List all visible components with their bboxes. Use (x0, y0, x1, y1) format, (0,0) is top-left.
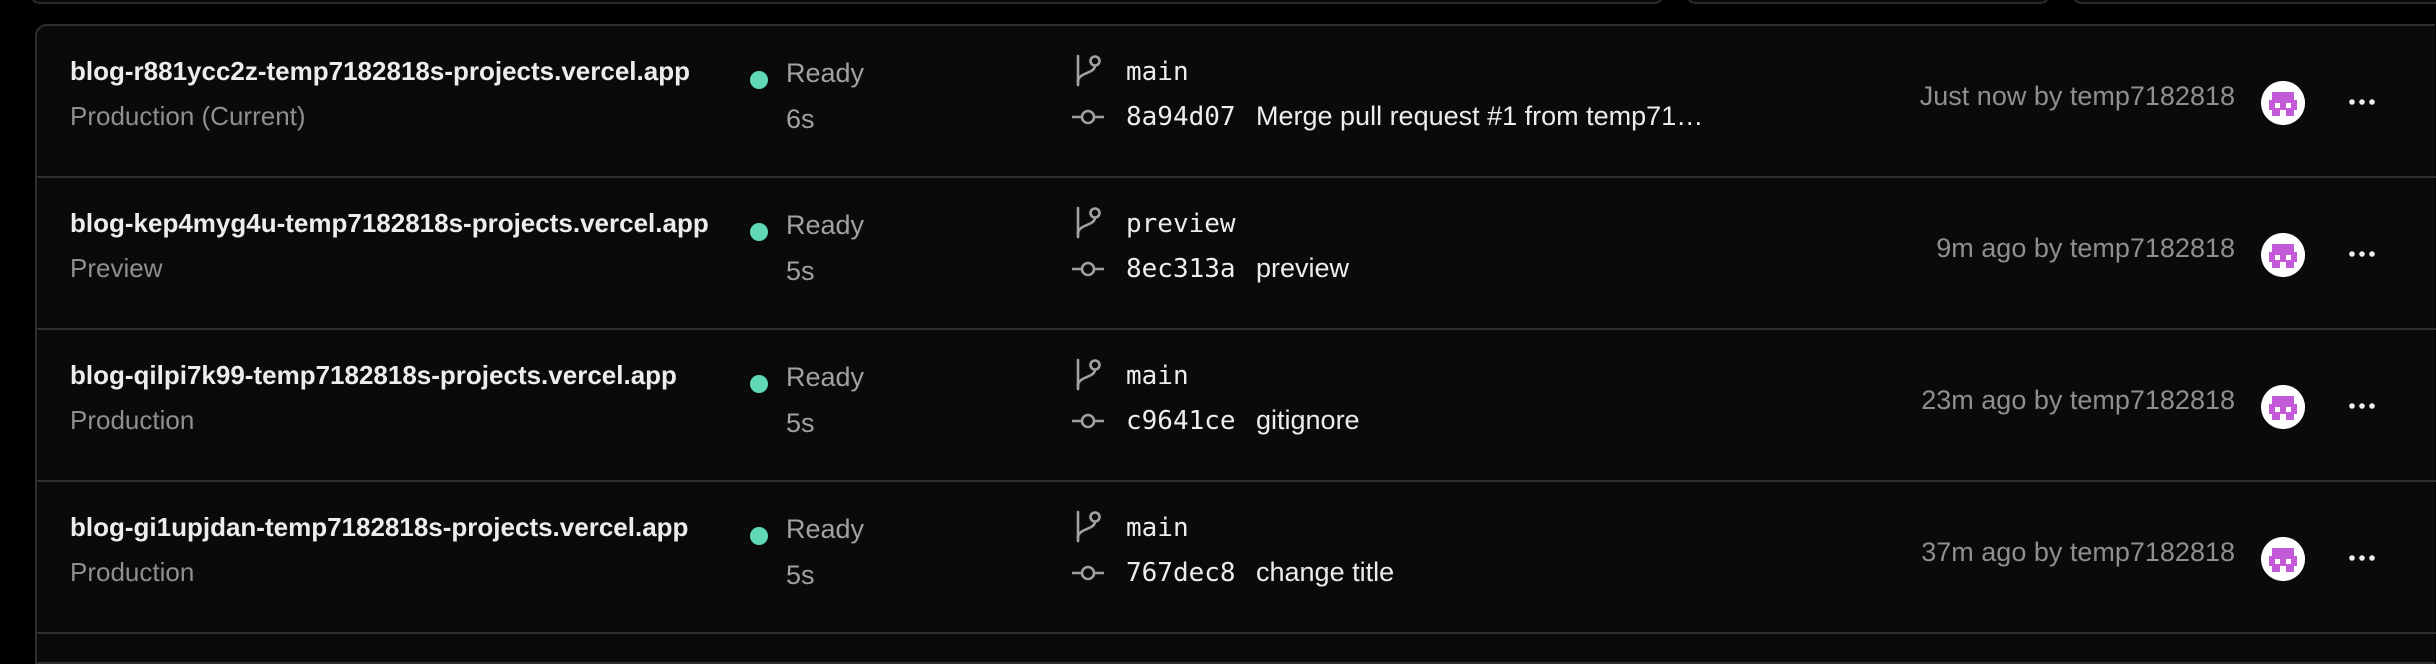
deployment-url[interactable]: blog-qilpi7k99-temp7182818s-projects.ver… (70, 360, 755, 391)
deployment-row[interactable]: blog-gi1upjdan-temp7182818s-projects.ver… (37, 482, 2436, 634)
deployment-time-author: 23m ago by temp7182818 (1921, 385, 2235, 415)
deployment-environment: Production (Current) (70, 101, 306, 131)
git-branch-icon (1076, 358, 1101, 391)
commit-hash[interactable]: 8ec313a (1126, 254, 1236, 284)
status-dot-icon (750, 527, 768, 545)
deployment-row[interactable]: blog-kep4myg4u-temp7182818s-projects.ver… (37, 178, 2436, 330)
user-avatar-icon[interactable] (2261, 81, 2305, 125)
build-duration: 5s (786, 408, 815, 438)
branch-name[interactable]: main (1126, 361, 1189, 391)
toolbar-edge-segment (30, 0, 1664, 4)
more-options-button[interactable] (2342, 234, 2382, 274)
deployment-status: Ready (786, 210, 865, 240)
deployments-list: blog-r881ycc2z-temp7182818s-projects.ver… (35, 24, 2436, 664)
deployment-environment: Production (70, 557, 195, 587)
deployment-environment: Production (70, 405, 195, 435)
commit-hash[interactable]: c9641ce (1126, 406, 1236, 436)
top-toolbar-edge (0, 0, 2436, 10)
status-dot-icon (750, 71, 768, 89)
deployment-row[interactable]: blog-r881ycc2z-temp7182818s-projects.ver… (37, 26, 2436, 178)
toolbar-edge-segment (2072, 0, 2436, 4)
branch-name[interactable]: main (1126, 513, 1189, 543)
build-duration: 6s (786, 104, 815, 134)
status-dot-icon (750, 375, 768, 393)
deployment-url[interactable]: blog-r881ycc2z-temp7182818s-projects.ver… (70, 56, 755, 87)
more-options-button[interactable] (2342, 386, 2382, 426)
toolbar-edge-segment (1686, 0, 2050, 4)
user-avatar-icon[interactable] (2261, 233, 2305, 277)
deployment-url[interactable]: blog-kep4myg4u-temp7182818s-projects.ver… (70, 208, 755, 239)
deployment-url[interactable]: blog-gi1upjdan-temp7182818s-projects.ver… (70, 512, 755, 543)
deployment-status: Ready (786, 58, 865, 88)
commit-message[interactable]: Merge pull request #1 from temp7182818 (1256, 101, 1716, 132)
more-options-button[interactable] (2342, 538, 2382, 578)
commit-message[interactable]: preview (1256, 253, 1716, 284)
user-avatar-icon[interactable] (2261, 385, 2305, 429)
git-commit-icon (1072, 109, 1104, 125)
deployment-row[interactable]: blog-qilpi7k99-temp7182818s-projects.ver… (37, 330, 2436, 482)
git-branch-icon (1076, 54, 1101, 87)
commit-hash[interactable]: 8a94d07 (1126, 102, 1236, 132)
branch-name[interactable]: main (1126, 57, 1189, 87)
commit-message[interactable]: gitignore (1256, 405, 1716, 436)
commit-message[interactable]: change title (1256, 557, 1716, 588)
git-commit-icon (1072, 565, 1104, 581)
git-branch-icon (1076, 510, 1101, 543)
deployment-environment: Preview (70, 253, 163, 283)
git-commit-icon (1072, 261, 1104, 277)
deployment-status: Ready (786, 514, 865, 544)
git-branch-icon (1076, 206, 1101, 239)
commit-hash[interactable]: 767dec8 (1126, 558, 1236, 588)
deployment-time-author: 9m ago by temp7182818 (1936, 233, 2235, 263)
branch-name[interactable]: preview (1126, 209, 1236, 239)
user-avatar-icon[interactable] (2261, 537, 2305, 581)
more-options-button[interactable] (2342, 82, 2382, 122)
build-duration: 5s (786, 256, 815, 286)
deployment-status: Ready (786, 362, 865, 392)
build-duration: 5s (786, 560, 815, 590)
status-dot-icon (750, 223, 768, 241)
deployment-time-author: 37m ago by temp7182818 (1921, 537, 2235, 567)
git-commit-icon (1072, 413, 1104, 429)
deployment-time-author: Just now by temp7182818 (1919, 81, 2235, 111)
